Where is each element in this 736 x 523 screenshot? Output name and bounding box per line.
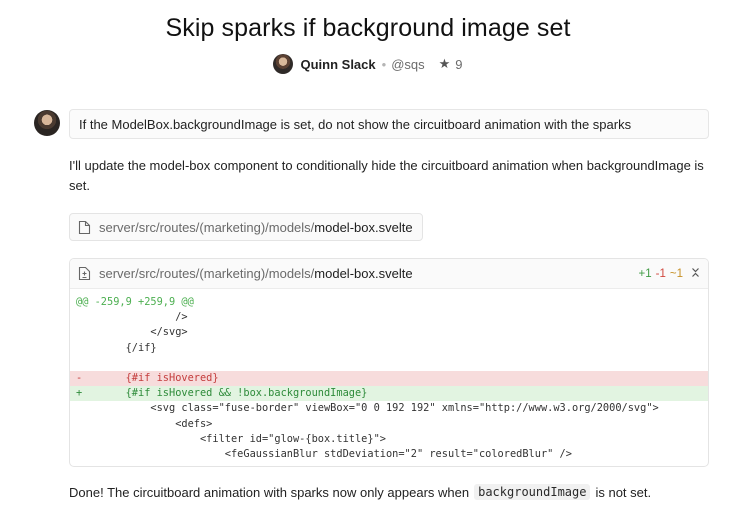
file-chip[interactable]: server/src/routes/(marketing)/models/mod… — [69, 213, 423, 241]
lines-added: +1 — [638, 268, 652, 280]
diff-file-name: model-box.svelte — [314, 266, 413, 281]
diff-line-ctx: <defs> — [76, 417, 213, 430]
thread-meta: Quinn Slack • @sqs ★ 9 — [0, 54, 736, 74]
thread-title: Skip sparks if background image set — [165, 14, 571, 42]
assistant-reply: I'll update the model-box component to c… — [69, 158, 704, 193]
diff-line-ctx: {/if} — [76, 341, 157, 354]
user-message[interactable]: If the ModelBox.backgroundImage is set, … — [69, 109, 709, 139]
diff-line-ctx: <svg class="fuse-border" viewBox="0 0 19… — [76, 402, 659, 415]
diff-line-ctx: /> — [76, 311, 188, 324]
diff-file-dir: server/src/routes/(marketing)/models/ — [99, 266, 315, 281]
done-message: Done! The circuitboard animation with sp… — [69, 484, 651, 500]
star-count: 9 — [455, 56, 463, 72]
diff-panel: server/src/routes/(marketing)/models/mod… — [69, 258, 709, 467]
collapse-icon[interactable] — [691, 267, 700, 281]
diff-header[interactable]: server/src/routes/(marketing)/models/mod… — [70, 259, 708, 289]
file-chip-dir: server/src/routes/(marketing)/models/ — [99, 219, 315, 235]
author-name[interactable]: Quinn Slack — [300, 57, 375, 72]
diff-line-add: + {#if isHovered && !box.backgroundImage… — [70, 386, 708, 402]
done-text-end: is not set. — [595, 484, 652, 500]
lines-modified: ~1 — [669, 268, 683, 280]
lines-removed: -1 — [655, 268, 666, 280]
diff-line-hunk: @@ -259,9 +259,9 @@ — [76, 296, 194, 308]
inline-code: backgroundImage — [474, 484, 591, 500]
author-avatar[interactable] — [273, 54, 294, 74]
meta-separator: • — [381, 56, 387, 72]
diff-stats: +1 -1 ~1 — [639, 267, 700, 281]
user-avatar — [34, 110, 60, 136]
diff-line-ctx: </svg> — [76, 326, 188, 339]
diff-line-ctx: <feGaussianBlur stdDeviation="2" result=… — [76, 447, 572, 460]
diff-line-del: - {#if isHovered} — [70, 370, 708, 387]
diff-line-ctx: <filter id="glow-{box.title}"> — [76, 432, 386, 445]
diff-line-ctx — [70, 356, 708, 371]
file-chip-name: model-box.svelte — [314, 219, 413, 235]
done-text: Done! The circuitboard animation with sp… — [69, 484, 470, 500]
author-handle[interactable]: @sqs — [391, 57, 424, 72]
diff-code: @@ -259,9 +259,9 @@ /> </svg> {/if} - {#i… — [70, 289, 708, 462]
star-icon[interactable]: ★ — [439, 56, 451, 72]
diff-file-icon — [78, 266, 91, 281]
file-icon — [78, 220, 91, 234]
